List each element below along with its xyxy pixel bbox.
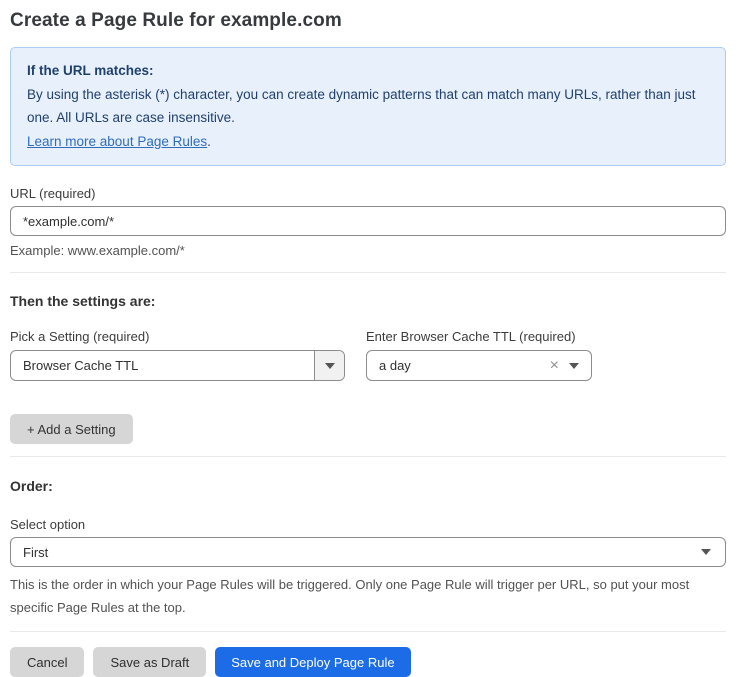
url-input[interactable] bbox=[10, 206, 726, 236]
order-heading: Order: bbox=[10, 478, 726, 494]
chevron-down-icon bbox=[314, 351, 344, 380]
chevron-down-icon bbox=[701, 549, 725, 555]
order-value: First bbox=[11, 545, 701, 560]
browser-cache-ttl-dropdown[interactable]: a day × bbox=[366, 350, 592, 381]
divider bbox=[10, 631, 726, 632]
order-dropdown[interactable]: First bbox=[10, 537, 726, 567]
divider bbox=[10, 272, 726, 273]
settings-heading: Then the settings are: bbox=[10, 293, 726, 309]
add-setting-button[interactable]: + Add a Setting bbox=[10, 414, 133, 444]
pick-setting-label: Pick a Setting (required) bbox=[10, 329, 366, 344]
order-help-text: This is the order in which your Page Rul… bbox=[10, 573, 726, 619]
clear-icon[interactable]: × bbox=[544, 358, 569, 374]
info-box-heading: If the URL matches: bbox=[27, 59, 709, 83]
divider bbox=[10, 456, 726, 457]
page-rule-form: Create a Page Rule for example.com If th… bbox=[0, 0, 736, 677]
browser-cache-ttl-label: Enter Browser Cache TTL (required) bbox=[366, 329, 596, 344]
learn-more-link[interactable]: Learn more about Page Rules bbox=[27, 134, 207, 149]
chevron-down-icon bbox=[569, 363, 591, 369]
form-actions: Cancel Save as Draft Save and Deploy Pag… bbox=[10, 647, 726, 677]
settings-labels-row: Pick a Setting (required) Browser Cache … bbox=[10, 309, 726, 381]
info-box-body: By using the asterisk (*) character, you… bbox=[27, 83, 709, 130]
save-deploy-button[interactable]: Save and Deploy Page Rule bbox=[215, 647, 410, 677]
pick-setting-dropdown[interactable]: Browser Cache TTL bbox=[10, 350, 345, 381]
link-suffix: . bbox=[207, 134, 211, 149]
pick-setting-value: Browser Cache TTL bbox=[11, 358, 314, 373]
url-example-text: Example: www.example.com/* bbox=[10, 243, 726, 258]
browser-cache-ttl-value: a day bbox=[367, 358, 544, 373]
info-box-link-line: Learn more about Page Rules. bbox=[27, 130, 709, 154]
select-option-label: Select option bbox=[10, 517, 726, 532]
cancel-button[interactable]: Cancel bbox=[10, 647, 84, 677]
save-draft-button[interactable]: Save as Draft bbox=[93, 647, 206, 677]
url-match-info-box: If the URL matches: By using the asteris… bbox=[10, 47, 726, 166]
url-label: URL (required) bbox=[10, 186, 726, 201]
page-title: Create a Page Rule for example.com bbox=[10, 8, 726, 34]
